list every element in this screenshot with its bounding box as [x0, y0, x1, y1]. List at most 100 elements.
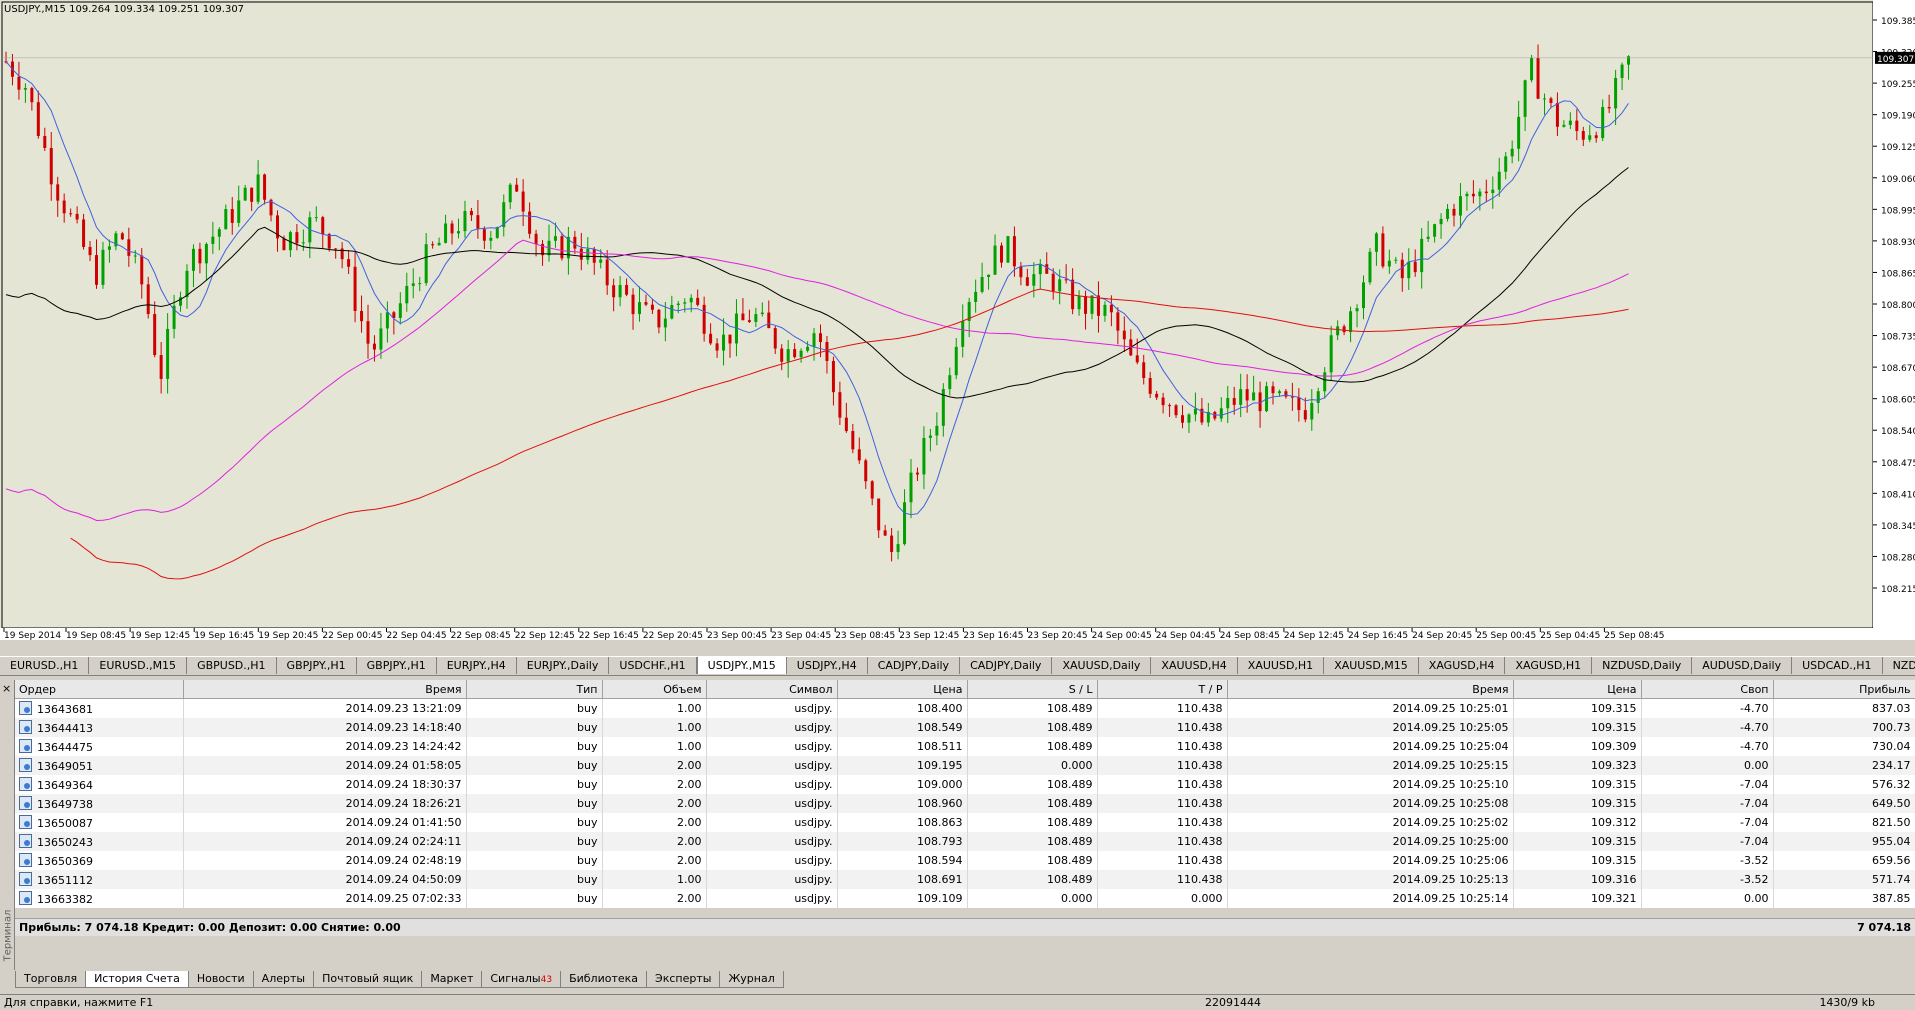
- table-cell: 0.00: [1641, 889, 1774, 908]
- order-cell: 13643681: [15, 698, 184, 718]
- candle-body: [631, 294, 635, 315]
- order-number: 13644475: [37, 741, 93, 754]
- terminal-tab[interactable]: Новости: [187, 971, 254, 988]
- candle-body: [1090, 295, 1094, 314]
- symbol-tab[interactable]: USDCAD.,H1: [1792, 657, 1883, 674]
- candle-body: [1588, 135, 1592, 140]
- terminal-tab[interactable]: Маркет: [421, 971, 483, 988]
- table-row[interactable]: 13644475 2014.09.23 14:24:42 buy 1.00 usdjpy…: [15, 737, 1915, 756]
- symbol-tab[interactable]: NZDUSD,Daily: [1592, 657, 1693, 674]
- terminal-tab[interactable]: Алерты: [252, 971, 315, 988]
- table-cell: 2014.09.25 10:25:06: [1227, 851, 1514, 870]
- terminal-tab[interactable]: Сигналы43: [481, 971, 562, 988]
- candle-body: [1349, 311, 1353, 333]
- column-header[interactable]: Ордер: [15, 680, 184, 699]
- candle-body: [69, 213, 73, 215]
- price-label: 109.125: [1881, 143, 1915, 153]
- column-header[interactable]: Прибыль: [1773, 680, 1915, 699]
- price-label: 109.060: [1881, 175, 1915, 185]
- symbol-tab[interactable]: GBPJPY.,H1: [357, 657, 437, 674]
- order-icon: [19, 872, 32, 886]
- time-label: 22 Sep 04:45: [387, 631, 447, 640]
- symbol-tab-bar: EURUSD.,H1 EURUSD.,M15 GBPUSD.,H1 GBPJPY.,H…: [0, 656, 1915, 676]
- table-row[interactable]: 13650243 2014.09.24 02:24:11 buy 2.00 usdjpy…: [15, 832, 1915, 851]
- symbol-tab[interactable]: USDCHF.,H1: [609, 657, 697, 674]
- column-header[interactable]: Цена: [1513, 680, 1642, 699]
- table-row[interactable]: 13649364 2014.09.24 18:30:37 buy 2.00 usdjpy…: [15, 775, 1915, 794]
- symbol-tab[interactable]: CADJPY,Daily: [960, 657, 1053, 674]
- terminal-tab[interactable]: Торговля: [15, 971, 87, 988]
- candle-body: [1491, 189, 1495, 194]
- terminal-tab-label: История Счета: [94, 972, 180, 985]
- time-label: 24 Sep 20:45: [1412, 631, 1472, 640]
- terminal-tab[interactable]: Почтовый ящик: [313, 971, 423, 988]
- symbol-tab[interactable]: XAGUSD,H4: [1419, 657, 1506, 674]
- column-header[interactable]: Тип: [466, 680, 603, 699]
- symbol-tab[interactable]: NZDJPY.,Daily: [1883, 657, 1915, 674]
- table-cell: 109.315: [1513, 832, 1642, 851]
- table-row[interactable]: 13649738 2014.09.24 18:26:21 buy 2.00 usdjpy…: [15, 794, 1915, 813]
- column-header[interactable]: T / P: [1097, 680, 1228, 699]
- table-row[interactable]: 13651112 2014.09.24 04:50:09 buy 1.00 usdjpy…: [15, 870, 1915, 889]
- terminal-tab[interactable]: Журнал: [719, 971, 784, 988]
- symbol-tab[interactable]: AUDUSD,Daily: [1692, 657, 1793, 674]
- column-header[interactable]: Своп: [1641, 680, 1774, 699]
- table-cell: 108.489: [967, 794, 1098, 813]
- table-row[interactable]: 13650369 2014.09.24 02:48:19 buy 2.00 usdjpy…: [15, 851, 1915, 870]
- order-icon: [19, 853, 32, 867]
- symbol-tab[interactable]: XAUUSD,H1: [1238, 657, 1325, 674]
- symbol-tab[interactable]: XAUUSD,Daily: [1052, 657, 1152, 674]
- symbol-tab[interactable]: XAUUSD,H4: [1151, 657, 1238, 674]
- column-header[interactable]: S / L: [967, 680, 1098, 699]
- symbol-tab[interactable]: GBPUSD.,H1: [187, 657, 277, 674]
- table-cell: -7.04: [1641, 794, 1774, 813]
- symbol-tab[interactable]: XAGUSD,H1: [1505, 657, 1593, 674]
- symbol-tab[interactable]: CADJPY,Daily: [868, 657, 961, 674]
- candle-body: [702, 304, 706, 334]
- close-icon[interactable]: ×: [2, 682, 11, 695]
- candle-body: [1523, 80, 1527, 117]
- symbol-tab[interactable]: EURJPY.,H4: [437, 657, 517, 674]
- table-row[interactable]: 13663382 2014.09.25 07:02:33 buy 2.00 usdjpy…: [15, 889, 1915, 908]
- terminal-tab[interactable]: Библиотека: [560, 971, 648, 988]
- candle-body: [1478, 191, 1482, 197]
- column-header[interactable]: Цена: [837, 680, 968, 699]
- table-row[interactable]: 13650087 2014.09.24 01:41:50 buy 2.00 usdjpy…: [15, 813, 1915, 832]
- symbol-tab[interactable]: EURJPY.,Daily: [517, 657, 610, 674]
- table-row[interactable]: 13649051 2014.09.24 01:58:05 buy 2.00 usdjpy…: [15, 756, 1915, 775]
- table-row[interactable]: 13644413 2014.09.23 14:18:40 buy 1.00 usdjpy…: [15, 718, 1915, 737]
- column-header[interactable]: Символ: [706, 680, 838, 699]
- candle-body: [935, 425, 939, 436]
- table-cell: 109.315: [1513, 775, 1642, 794]
- time-label: 25 Sep 04:45: [1540, 631, 1600, 640]
- column-header[interactable]: Время: [1227, 680, 1514, 699]
- price-label: 108.735: [1881, 333, 1915, 343]
- candle-body: [676, 303, 680, 306]
- symbol-tab[interactable]: USDJPY.,M15: [696, 657, 787, 674]
- candle-body: [1077, 296, 1081, 310]
- column-header[interactable]: Объем: [602, 680, 707, 699]
- candle-body: [211, 236, 215, 244]
- symbol-tab[interactable]: GBPJPY.,H1: [277, 657, 357, 674]
- table-cell: 1.00: [602, 737, 707, 756]
- table-cell: 0.000: [967, 889, 1098, 908]
- time-label: 19 Sep 16:45: [194, 631, 254, 640]
- terminal-tab[interactable]: История Счета: [85, 971, 189, 988]
- symbol-tab[interactable]: USDJPY.,H4: [787, 657, 868, 674]
- table-cell: buy: [466, 870, 603, 889]
- table-cell: 110.438: [1097, 870, 1228, 889]
- order-number: 13644413: [37, 722, 93, 735]
- symbol-tab[interactable]: EURUSD.,M15: [89, 657, 188, 674]
- column-header[interactable]: Время: [183, 680, 467, 699]
- price-chart[interactable]: 109.385109.320109.255109.190109.125109.0…: [0, 0, 1915, 640]
- symbol-tab[interactable]: EURUSD.,H1: [0, 657, 90, 674]
- table-cell: 110.438: [1097, 698, 1228, 718]
- candle-body: [915, 472, 919, 475]
- chart-canvas[interactable]: 109.385109.320109.255109.190109.125109.0…: [0, 0, 1915, 640]
- terminal-tab[interactable]: Эксперты: [646, 971, 721, 988]
- candle-body: [663, 318, 667, 328]
- table-cell: 108.511: [837, 737, 968, 756]
- symbol-tab[interactable]: XAUUSD,M15: [1324, 657, 1419, 674]
- time-label: 23 Sep 16:45: [963, 631, 1023, 640]
- table-row[interactable]: 13643681 2014.09.23 13:21:09 buy 1.00 usdjpy…: [15, 698, 1915, 718]
